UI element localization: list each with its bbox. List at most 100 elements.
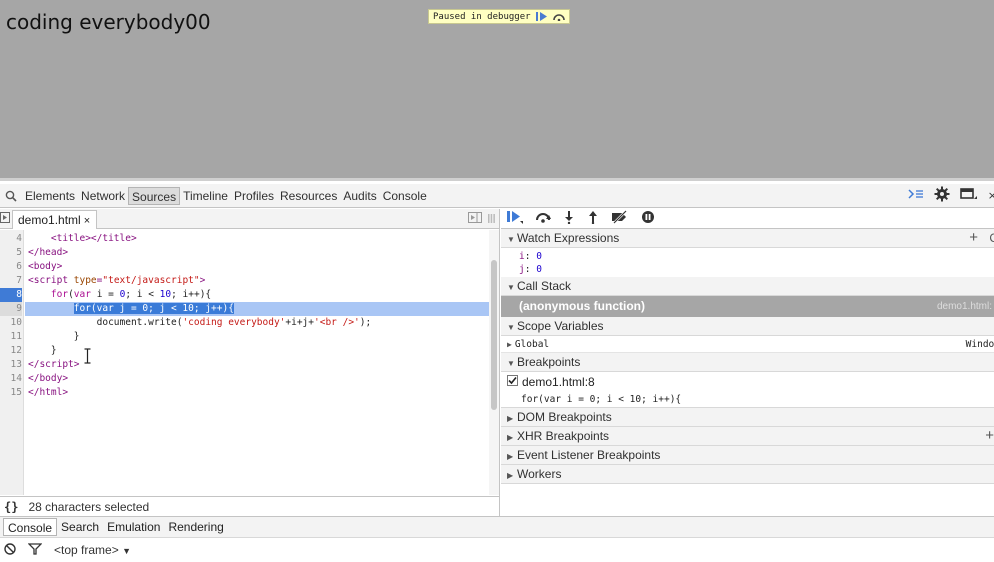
step-out-icon[interactable] xyxy=(587,210,599,227)
xhr-breakpoints-header[interactable]: ▶ XHR Breakpoints + xyxy=(501,427,994,446)
breakpoint-item[interactable]: demo1.html:8 xyxy=(501,374,994,391)
page-viewport: coding everybody00 Paused in debugger xyxy=(0,0,994,178)
line-number[interactable]: 7 xyxy=(0,274,22,288)
code-line: } xyxy=(28,345,57,356)
pause-on-exceptions-icon[interactable] xyxy=(641,210,655,227)
line-number[interactable]: 4 xyxy=(0,232,22,246)
expand-arrow-icon: ▼ xyxy=(507,283,515,292)
navigator-toggle-icon[interactable] xyxy=(0,212,10,226)
section-title: Scope Variables xyxy=(517,319,604,333)
line-number[interactable]: 12 xyxy=(0,344,22,358)
code-line: } xyxy=(28,331,80,342)
resume-icon[interactable] xyxy=(535,12,548,21)
tab-sources[interactable]: Sources xyxy=(128,186,181,205)
section-title: Breakpoints xyxy=(517,355,581,369)
frame-selector-label: <top frame> xyxy=(54,543,119,557)
page-heading: coding everybody00 xyxy=(6,10,211,34)
close-devtools-icon[interactable]: × xyxy=(988,189,994,202)
breakpoint-line-marker[interactable]: 8 xyxy=(0,288,22,302)
line-number[interactable]: 6 xyxy=(0,260,22,274)
frame-selector[interactable]: <top frame> ▼ xyxy=(54,543,131,557)
tab-profiles[interactable]: Profiles xyxy=(231,187,277,205)
code-line: </head> xyxy=(28,247,69,258)
section-title: Event Listener Breakpoints xyxy=(517,448,661,462)
drawer-tab-rendering[interactable]: Rendering xyxy=(164,518,227,536)
add-watch-icon[interactable]: + xyxy=(969,229,978,247)
watch-name: j xyxy=(519,264,525,275)
code-editor[interactable]: 4 5 6 7 8 9 10 11 12 13 14 15 <title></t… xyxy=(0,230,499,495)
line-number-gutter[interactable]: 4 5 6 7 8 9 10 11 12 13 14 15 xyxy=(0,230,24,495)
drawer-tab-strip: Console Search Emulation Rendering xyxy=(0,516,994,538)
expand-arrow-icon: ▼ xyxy=(507,323,515,332)
scope-variables-header[interactable]: ▼ Scope Variables xyxy=(501,317,994,336)
close-tab-icon[interactable]: × xyxy=(84,215,90,227)
workers-header[interactable]: ▶ Workers xyxy=(501,465,994,484)
watch-item[interactable]: j: 0 xyxy=(501,263,994,276)
toggle-debugger-sidebar-icon[interactable] xyxy=(468,212,482,226)
code-line: </html> xyxy=(28,387,69,398)
dropdown-arrow-icon: ▼ xyxy=(122,546,131,556)
drawer-tab-emulation[interactable]: Emulation xyxy=(103,518,164,536)
watch-expressions-header[interactable]: ▼ Watch Expressions + C xyxy=(501,229,994,248)
line-number[interactable]: 14 xyxy=(0,372,22,386)
line-number[interactable]: 10 xyxy=(0,316,22,330)
expand-arrow-icon: ▼ xyxy=(507,235,515,244)
watch-item[interactable]: i: 0 xyxy=(501,250,994,263)
tab-console[interactable]: Console xyxy=(380,187,430,205)
scrollbar-thumb[interactable] xyxy=(491,260,497,410)
editor-scrollbar[interactable] xyxy=(489,230,499,495)
collapsed-arrow-icon: ▶ xyxy=(507,452,514,461)
tab-network[interactable]: Network xyxy=(78,187,128,205)
pretty-print-button[interactable]: {} xyxy=(4,500,18,514)
call-stack-header[interactable]: ▼ Call Stack xyxy=(501,277,994,296)
section-title: DOM Breakpoints xyxy=(517,410,612,424)
code-line: </body> xyxy=(28,373,69,384)
dom-breakpoints-header[interactable]: ▶ DOM Breakpoints xyxy=(501,408,994,427)
watch-list: i: 0 j: 0 xyxy=(501,248,994,277)
line-number[interactable]: 5 xyxy=(0,246,22,260)
add-xhr-breakpoint-icon[interactable]: + xyxy=(985,427,994,445)
show-drawer-icon[interactable] xyxy=(908,188,924,203)
step-into-icon[interactable] xyxy=(563,210,575,227)
file-tab-label: demo1.html xyxy=(18,213,81,227)
i-beam-cursor-icon xyxy=(84,348,91,367)
step-over-icon[interactable] xyxy=(535,210,551,227)
scope-global-row[interactable]: ▶Global Window xyxy=(501,336,994,353)
line-number[interactable]: 15 xyxy=(0,386,22,400)
filter-icon[interactable] xyxy=(27,542,43,558)
file-tab-demo1[interactable]: demo1.html × xyxy=(12,210,98,229)
dock-side-icon[interactable] xyxy=(959,187,978,204)
settings-gear-icon[interactable] xyxy=(934,186,950,205)
deactivate-breakpoints-icon[interactable] xyxy=(611,210,629,227)
call-frame-location[interactable]: demo1.html: xyxy=(937,296,992,317)
tab-audits[interactable]: Audits xyxy=(340,187,379,205)
section-title: Watch Expressions xyxy=(517,231,620,245)
breakpoint-checkbox[interactable] xyxy=(507,374,518,391)
search-icon[interactable] xyxy=(0,190,22,202)
tab-resources[interactable]: Resources xyxy=(277,187,340,205)
expand-arrow-icon: ▼ xyxy=(507,359,515,368)
resume-icon[interactable] xyxy=(507,210,523,227)
line-number[interactable]: 9 xyxy=(0,302,22,316)
drawer-tab-search[interactable]: Search xyxy=(57,518,103,536)
sources-editor-pane: demo1.html × 4 5 6 7 8 9 10 11 12 13 14 … xyxy=(0,209,500,516)
paused-in-debugger-banner: Paused in debugger xyxy=(428,9,570,24)
call-frame-name: (anonymous function) xyxy=(519,299,645,313)
refresh-icon[interactable]: C xyxy=(989,229,994,247)
event-listener-breakpoints-header[interactable]: ▶ Event Listener Breakpoints xyxy=(501,446,994,465)
pause-grip-icon xyxy=(488,212,495,226)
code-line: <title></title> xyxy=(50,233,137,244)
breakpoints-header[interactable]: ▼ Breakpoints xyxy=(501,353,994,372)
tab-elements[interactable]: Elements xyxy=(22,187,78,205)
console-toolbar: <top frame> ▼ xyxy=(0,539,994,561)
editor-status-bar: {} 28 characters selected xyxy=(0,496,499,516)
call-frame-selected[interactable]: (anonymous function) demo1.html: xyxy=(501,296,994,317)
collapsed-arrow-icon: ▶ xyxy=(507,340,512,349)
tab-timeline[interactable]: Timeline xyxy=(180,187,231,205)
clear-console-icon[interactable] xyxy=(4,542,16,558)
collapsed-arrow-icon: ▶ xyxy=(507,433,514,442)
step-over-icon[interactable] xyxy=(552,12,565,21)
line-number[interactable]: 13 xyxy=(0,358,22,372)
drawer-tab-console[interactable]: Console xyxy=(3,518,58,536)
line-number[interactable]: 11 xyxy=(0,330,22,344)
